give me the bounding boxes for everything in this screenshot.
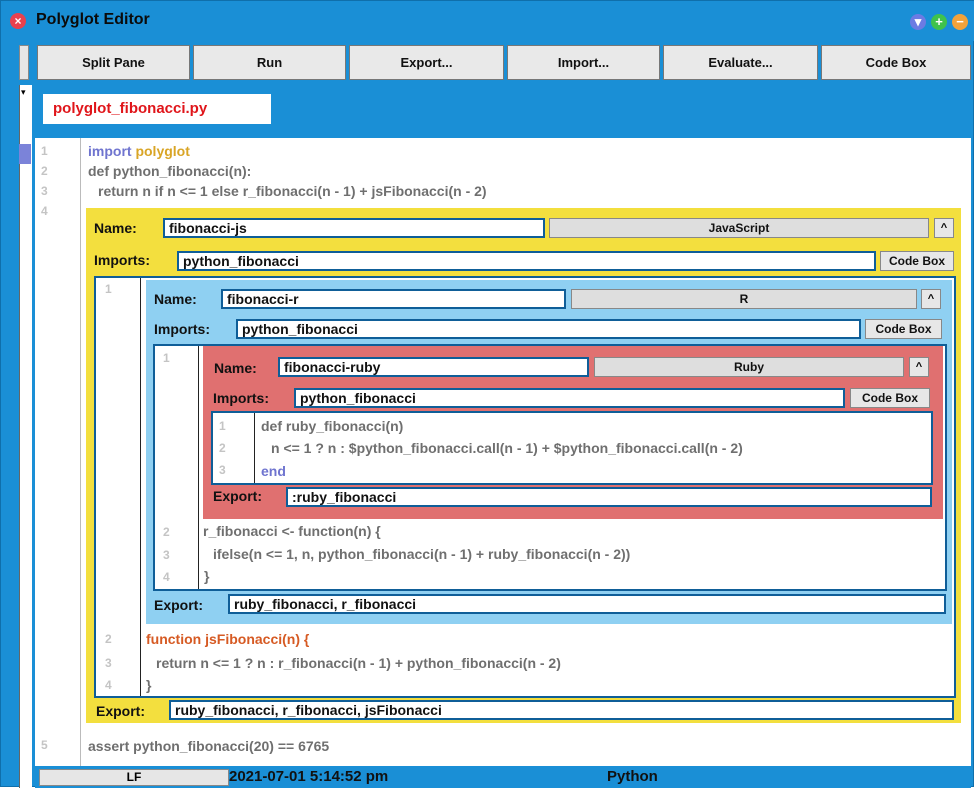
export-input[interactable]: :ruby_fibonacci [286,487,932,507]
code-line: assert python_fibonacci(20) == 6765 [88,738,330,754]
gutter-divider [80,138,81,766]
line-number: 2 [163,525,170,539]
line-ending-button[interactable]: LF [39,769,229,786]
name-label: Name: [214,360,257,376]
code-box-button[interactable]: Code Box [821,45,971,80]
code-line: import polyglot [88,143,190,159]
code-line: r_fibonacci <- function(n) { [203,523,381,539]
status-language[interactable]: Python [607,768,658,785]
code-line: n <= 1 ? n : $python_fibonacci.call(n - … [271,440,743,456]
export-button[interactable]: Export... [349,45,504,80]
line-number: 2 [219,441,226,455]
line-number: 4 [163,570,170,584]
gutter-divider [198,346,199,589]
code-line: ifelse(n <= 1, n, python_fibonacci(n - 1… [213,546,631,562]
name-label: Name: [154,291,197,307]
imports-label: Imports: [94,252,150,268]
scroll-thumb[interactable] [19,144,31,164]
import-button[interactable]: Import... [507,45,660,80]
collapse-button[interactable]: ^ [909,357,929,377]
imports-input[interactable]: python_fibonacci [177,251,876,271]
line-number: 1 [105,282,112,296]
export-input[interactable]: ruby_fibonacci, r_fibonacci [228,594,946,614]
code-line: def ruby_fibonacci(n) [261,418,404,434]
collapse-arrow-icon[interactable]: ▾ [21,87,26,98]
line-number: 3 [163,548,170,562]
keyword: import [88,143,132,159]
code-box-button[interactable]: Code Box [865,319,942,339]
line-number: 1 [219,419,226,433]
line-number: 5 [41,738,48,752]
code-box-button[interactable]: Code Box [880,251,954,271]
gutter-divider [254,413,255,483]
evaluate-button[interactable]: Evaluate... [663,45,818,80]
line-number: 1 [41,144,48,158]
code-line: } [146,677,152,693]
imports-label: Imports: [213,390,269,406]
module-name: polyglot [135,143,190,159]
imports-input[interactable]: python_fibonacci [294,388,845,408]
line-number: 3 [219,463,226,477]
language-select[interactable]: Ruby [594,357,904,377]
gutter-divider [140,278,141,696]
title-bar: × Polyglot Editor ▾ + − [1,1,974,41]
close-icon[interactable]: × [10,13,26,29]
export-label: Export: [213,488,262,504]
code-line: return n <= 1 ? n : r_fibonacci(n - 1) +… [156,655,561,671]
code-line: function jsFibonacci(n) { [146,631,310,647]
imports-input[interactable]: python_fibonacci [236,319,861,339]
line-number: 2 [105,632,112,646]
code-box-button[interactable]: Code Box [850,388,930,408]
line-number: 1 [163,351,170,365]
split-pane-button[interactable]: Split Pane [37,45,190,80]
line-number: 3 [41,184,48,198]
collapse-button[interactable]: ^ [921,289,941,309]
window-title: Polyglot Editor [36,11,150,28]
collapse-button[interactable]: ^ [934,218,954,238]
status-timestamp: 2021-07-01 5:14:52 pm [229,768,389,785]
line-number: 3 [105,656,112,670]
shrink-icon[interactable]: − [952,14,968,30]
export-label: Export: [154,597,203,613]
language-select[interactable]: JavaScript [549,218,929,238]
block-name-input[interactable]: fibonacci-ruby [278,357,589,377]
export-input[interactable]: ruby_fibonacci, r_fibonacci, jsFibonacci [169,700,954,720]
block-name-input[interactable]: fibonacci-js [163,218,545,238]
export-label: Export: [96,703,145,719]
imports-label: Imports: [154,321,210,337]
toolbar-handle[interactable] [19,45,29,80]
block-name-input[interactable]: fibonacci-r [221,289,566,309]
code-line: } [204,568,210,584]
editor-window: × Polyglot Editor ▾ + − Split Pane Run E… [0,0,974,788]
line-number: 4 [105,678,112,692]
run-button[interactable]: Run [193,45,346,80]
name-label: Name: [94,220,137,236]
code-line: return n if n <= 1 else r_fibonacci(n - … [98,183,487,199]
line-number: 4 [41,204,48,218]
file-tab[interactable]: polyglot_fibonacci.py [43,94,271,124]
language-select[interactable]: R [571,289,917,309]
line-number: 2 [41,164,48,178]
side-scrollbar[interactable] [19,85,32,788]
maximize-icon[interactable]: + [931,14,947,30]
code-line: end [261,463,286,479]
code-line: def python_fibonacci(n): [88,163,252,179]
minimize-icon[interactable]: ▾ [910,14,926,30]
